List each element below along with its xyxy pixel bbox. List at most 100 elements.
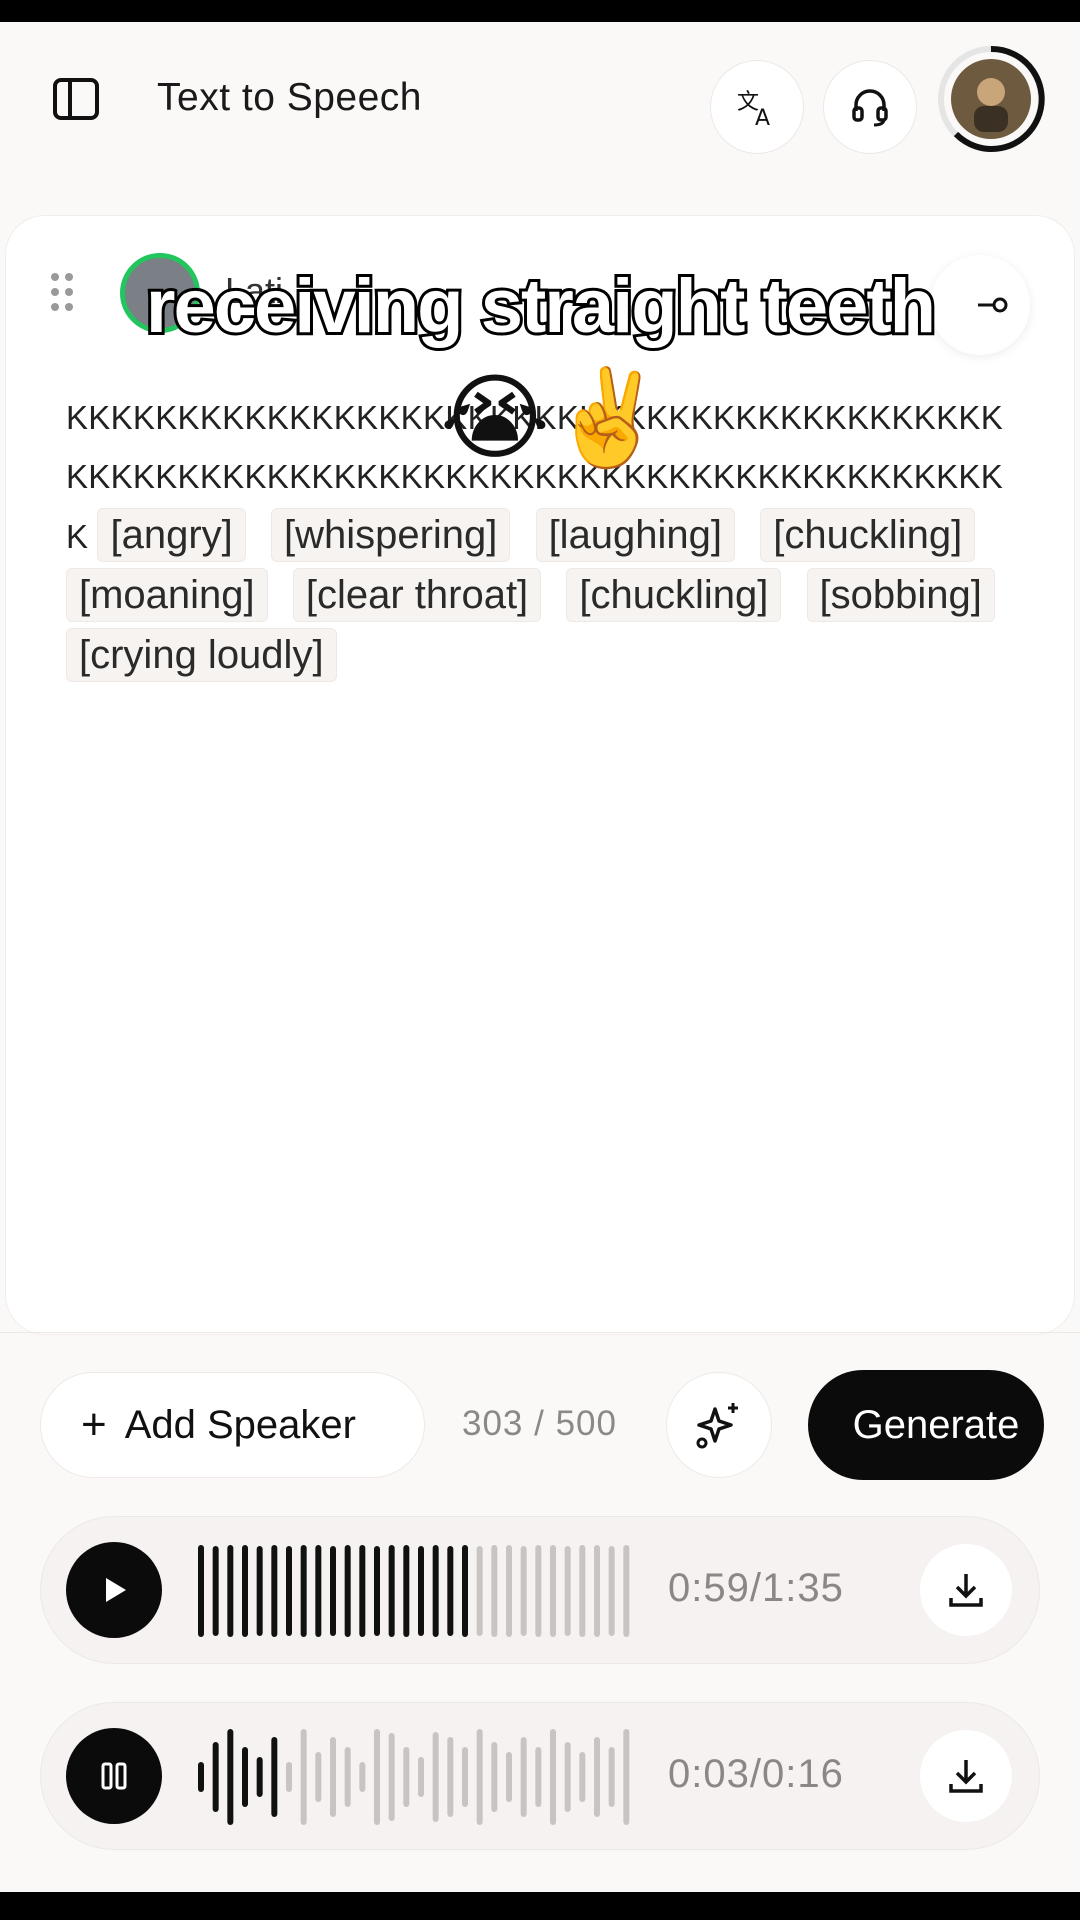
- waveform-bar: [579, 1545, 586, 1637]
- headset-icon: [852, 89, 888, 127]
- waveform-bar: [623, 1545, 630, 1637]
- waveform-bar: [550, 1729, 556, 1825]
- sparkle-icon: [696, 1403, 738, 1449]
- enhance-button[interactable]: [666, 1372, 772, 1478]
- waveform-bar: [535, 1545, 542, 1637]
- waveform-bar: [564, 1546, 571, 1636]
- play-button[interactable]: [66, 1542, 162, 1638]
- waveform-bar: [476, 1546, 483, 1636]
- video-caption: receiving straight teeth: [143, 261, 939, 352]
- character-count: 303 / 500: [462, 1404, 617, 1443]
- waveform-bar: [212, 1742, 219, 1812]
- waveform-bar: [594, 1737, 600, 1817]
- waveform-bar: [359, 1762, 366, 1792]
- navigation-bar: [0, 1892, 1080, 1920]
- waveform-bar: [447, 1737, 454, 1817]
- waveform-bar: [388, 1733, 395, 1821]
- waveform-bar: [418, 1546, 424, 1636]
- avatar[interactable]: [936, 44, 1046, 154]
- waveform-bar: [286, 1546, 292, 1636]
- pause-button[interactable]: [66, 1728, 162, 1824]
- waveform-bar: [462, 1747, 468, 1807]
- waveform-bar: [476, 1729, 483, 1825]
- waveform-bar: [418, 1757, 424, 1797]
- waveform-bar: [623, 1729, 630, 1825]
- waveform-bar: [330, 1546, 336, 1636]
- sidebar-toggle-icon[interactable]: [52, 75, 100, 123]
- waveform-bar: [198, 1762, 204, 1792]
- waveform-bar: [374, 1729, 380, 1825]
- waveform-bar: [300, 1545, 307, 1637]
- waveform-bar: [520, 1546, 527, 1636]
- waveform-bar: [300, 1729, 307, 1825]
- add-speaker-button[interactable]: + Add Speaker: [40, 1372, 425, 1478]
- waveform-bar: [564, 1742, 571, 1812]
- download-button[interactable]: [920, 1730, 1012, 1822]
- audio-tag[interactable]: [angry]: [97, 508, 246, 562]
- waveform-bar: [579, 1752, 586, 1802]
- waveform-bar: [256, 1757, 263, 1797]
- divider: [0, 1332, 1080, 1333]
- svg-text:A: A: [755, 106, 770, 129]
- waveform-bar: [403, 1747, 410, 1807]
- waveform-bar: [315, 1545, 322, 1637]
- translate-icon: 文 A: [737, 90, 770, 129]
- headset-button[interactable]: [823, 60, 917, 154]
- audio-tag[interactable]: [chuckling]: [566, 568, 782, 622]
- waveform[interactable]: [196, 1541, 636, 1641]
- waveform-bar: [198, 1545, 204, 1637]
- playback-time: 0:03/0:16: [668, 1752, 844, 1796]
- add-speaker-label: Add Speaker: [124, 1402, 356, 1447]
- waveform-bar: [227, 1729, 234, 1825]
- audio-tag[interactable]: [laughing]: [535, 508, 736, 562]
- play-icon: [106, 1578, 126, 1602]
- waveform-bar: [242, 1545, 248, 1637]
- waveform-bar: [520, 1737, 527, 1817]
- waveform-bar: [315, 1752, 322, 1802]
- waveform-bar: [491, 1742, 498, 1812]
- waveform-bar: [286, 1762, 292, 1792]
- waveform-bar: [608, 1747, 615, 1807]
- waveform-bar: [432, 1732, 439, 1822]
- waveform-bar: [388, 1545, 395, 1637]
- waveform-bar: [432, 1545, 439, 1637]
- audio-tag[interactable]: [chuckling]: [760, 508, 976, 562]
- download-icon: [949, 1760, 983, 1793]
- waveform-bar: [359, 1545, 366, 1637]
- waveform-bar: [535, 1747, 542, 1807]
- pause-icon: [101, 1762, 127, 1790]
- waveform-bar: [227, 1545, 234, 1637]
- translate-button[interactable]: 文 A: [710, 60, 804, 154]
- waveform[interactable]: [196, 1727, 636, 1827]
- waveform-bar: [447, 1546, 454, 1636]
- waveform-bar: [212, 1546, 219, 1636]
- waveform-bar: [256, 1546, 263, 1636]
- waveform-bar: [550, 1545, 556, 1637]
- waveform-bar: [491, 1545, 498, 1637]
- audio-tag[interactable]: [clear throat]: [292, 568, 542, 622]
- generate-button[interactable]: Generate: [808, 1370, 1044, 1480]
- waveform-bar: [594, 1545, 600, 1637]
- audio-tag[interactable]: [sobbing]: [806, 568, 995, 622]
- waveform-bar: [403, 1545, 410, 1637]
- playback-time: 0:59/1:35: [668, 1566, 844, 1610]
- caption-emoji: 😭✌️: [440, 365, 667, 470]
- plus-icon: +: [81, 1400, 107, 1449]
- download-button[interactable]: [920, 1544, 1012, 1636]
- waveform-bar: [506, 1545, 512, 1637]
- waveform-bar: [506, 1752, 512, 1802]
- waveform-bar: [271, 1737, 278, 1817]
- waveform-bar: [242, 1747, 248, 1807]
- audio-tag[interactable]: [whispering]: [270, 508, 511, 562]
- waveform-bar: [462, 1545, 468, 1637]
- page-title: Text to Speech: [157, 76, 422, 119]
- waveform-bar: [271, 1545, 278, 1637]
- waveform-bar: [330, 1737, 336, 1817]
- audio-tag[interactable]: [crying loudly]: [66, 628, 337, 682]
- waveform-bar: [344, 1545, 351, 1637]
- download-icon: [949, 1574, 983, 1607]
- waveform-bar: [344, 1747, 351, 1807]
- waveform-bar: [374, 1546, 380, 1636]
- waveform-bar: [608, 1546, 615, 1636]
- audio-tag[interactable]: [moaning]: [66, 568, 268, 622]
